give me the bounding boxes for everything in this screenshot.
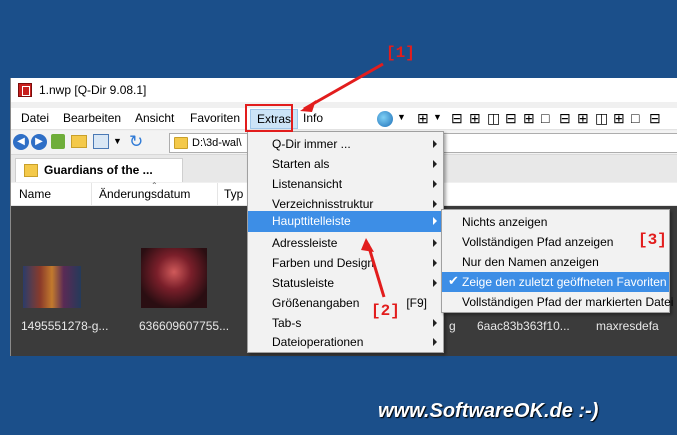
arrowhead-1 — [300, 100, 316, 112]
annotation-label-1: [1] — [386, 44, 415, 62]
arrowhead-2 — [361, 238, 374, 252]
annotation-arrows — [300, 62, 386, 298]
annotation-label-2: [2] — [371, 302, 400, 320]
watermark: www.SoftwareOK.de :-) — [378, 400, 599, 422]
annotation-label-3: [3] — [638, 231, 667, 249]
arrow-line-2 — [366, 243, 386, 298]
arrow-line-1 — [303, 62, 384, 111]
